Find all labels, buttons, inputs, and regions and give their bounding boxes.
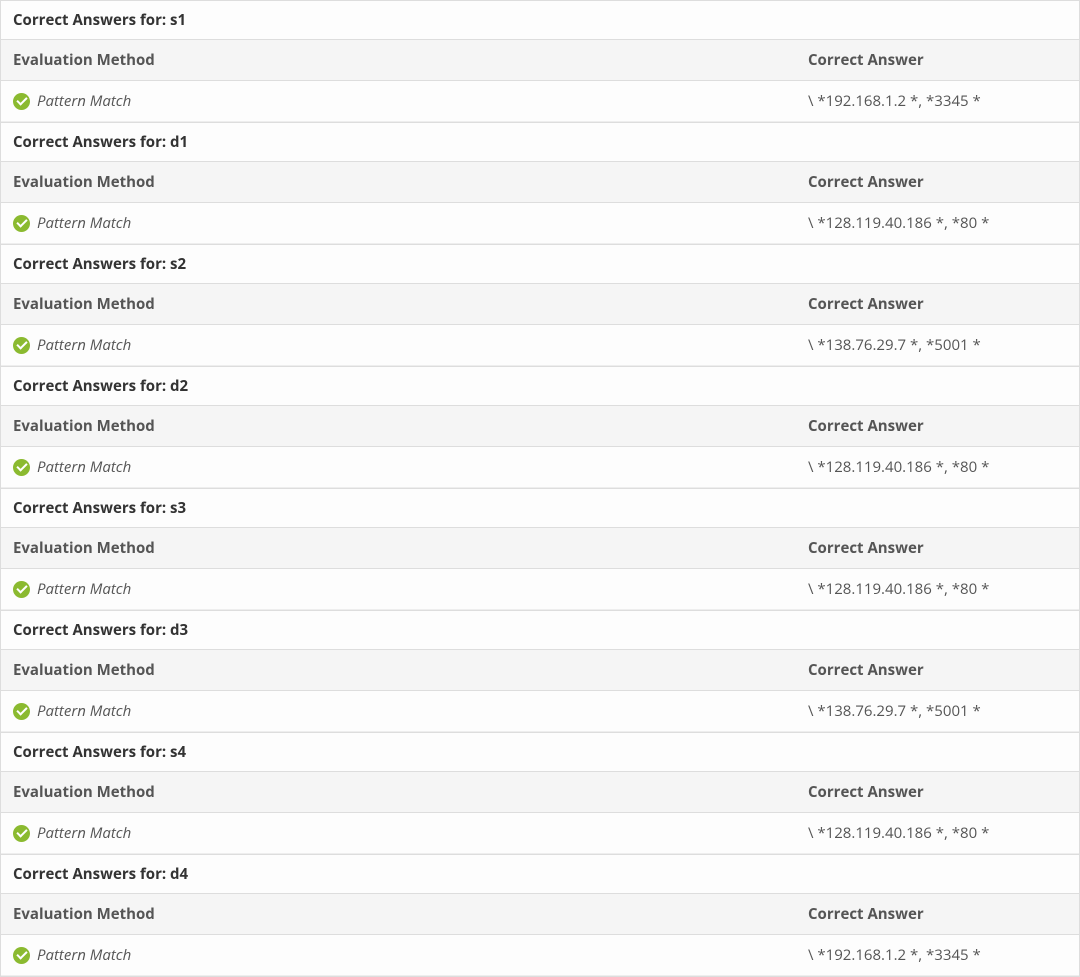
data-row: Pattern Match \ *138.76.29.7 *, *5001 * xyxy=(1,691,1079,732)
data-row: Pattern Match \ *128.119.40.186 *, *80 * xyxy=(1,203,1079,244)
header-row: Evaluation MethodCorrect Answer xyxy=(1,528,1079,569)
method-cell: Pattern Match xyxy=(1,203,796,243)
col-header-answer: Correct Answer xyxy=(796,528,1079,568)
answer-cell: \ *128.119.40.186 *, *80 * xyxy=(796,447,1079,487)
method-cell: Pattern Match xyxy=(1,569,796,609)
section-title: Correct Answers for: s1 xyxy=(1,1,1079,40)
col-header-method: Evaluation Method xyxy=(1,40,796,80)
method-cell: Pattern Match xyxy=(1,935,796,975)
check-circle-icon xyxy=(13,703,30,720)
header-row: Evaluation MethodCorrect Answer xyxy=(1,162,1079,203)
answer-section: Correct Answers for: d2Evaluation Method… xyxy=(0,366,1080,488)
answer-cell: \ *138.76.29.7 *, *5001 * xyxy=(796,691,1079,731)
col-header-method: Evaluation Method xyxy=(1,894,796,934)
answer-cell: \ *192.168.1.2 *, *3345 * xyxy=(796,81,1079,121)
answer-section: Correct Answers for: d3Evaluation Method… xyxy=(0,610,1080,732)
answer-cell: \ *128.119.40.186 *, *80 * xyxy=(796,569,1079,609)
section-title: Correct Answers for: d2 xyxy=(1,367,1079,406)
answer-section: Correct Answers for: d1Evaluation Method… xyxy=(0,122,1080,244)
method-label: Pattern Match xyxy=(37,91,131,111)
header-row: Evaluation MethodCorrect Answer xyxy=(1,284,1079,325)
data-row: Pattern Match \ *192.168.1.2 *, *3345 * xyxy=(1,935,1079,976)
col-header-answer: Correct Answer xyxy=(796,772,1079,812)
answer-section: Correct Answers for: s1Evaluation Method… xyxy=(0,0,1080,122)
section-title: Correct Answers for: d1 xyxy=(1,123,1079,162)
col-header-answer: Correct Answer xyxy=(796,162,1079,202)
method-label: Pattern Match xyxy=(37,579,131,599)
answer-cell: \ *128.119.40.186 *, *80 * xyxy=(796,203,1079,243)
header-row: Evaluation MethodCorrect Answer xyxy=(1,650,1079,691)
col-header-method: Evaluation Method xyxy=(1,284,796,324)
section-title: Correct Answers for: d3 xyxy=(1,611,1079,650)
col-header-answer: Correct Answer xyxy=(796,284,1079,324)
data-row: Pattern Match \ *128.119.40.186 *, *80 * xyxy=(1,447,1079,488)
col-header-method: Evaluation Method xyxy=(1,162,796,202)
answer-section: Correct Answers for: s3Evaluation Method… xyxy=(0,488,1080,610)
header-row: Evaluation MethodCorrect Answer xyxy=(1,406,1079,447)
method-cell: Pattern Match xyxy=(1,813,796,853)
method-cell: Pattern Match xyxy=(1,325,796,365)
check-circle-icon xyxy=(13,581,30,598)
answer-section: Correct Answers for: d4Evaluation Method… xyxy=(0,854,1080,977)
col-header-method: Evaluation Method xyxy=(1,772,796,812)
col-header-answer: Correct Answer xyxy=(796,650,1079,690)
section-title: Correct Answers for: s2 xyxy=(1,245,1079,284)
data-row: Pattern Match \ *138.76.29.7 *, *5001 * xyxy=(1,325,1079,366)
section-title: Correct Answers for: d4 xyxy=(1,855,1079,894)
col-header-method: Evaluation Method xyxy=(1,406,796,446)
check-circle-icon xyxy=(13,215,30,232)
answer-section: Correct Answers for: s4Evaluation Method… xyxy=(0,732,1080,854)
section-title: Correct Answers for: s4 xyxy=(1,733,1079,772)
col-header-answer: Correct Answer xyxy=(796,406,1079,446)
method-label: Pattern Match xyxy=(37,457,131,477)
method-label: Pattern Match xyxy=(37,213,131,233)
data-row: Pattern Match \ *192.168.1.2 *, *3345 * xyxy=(1,81,1079,122)
answer-cell: \ *138.76.29.7 *, *5001 * xyxy=(796,325,1079,365)
col-header-answer: Correct Answer xyxy=(796,40,1079,80)
check-circle-icon xyxy=(13,459,30,476)
header-row: Evaluation MethodCorrect Answer xyxy=(1,40,1079,81)
method-label: Pattern Match xyxy=(37,335,131,355)
method-label: Pattern Match xyxy=(37,823,131,843)
check-circle-icon xyxy=(13,825,30,842)
method-label: Pattern Match xyxy=(37,701,131,721)
data-row: Pattern Match \ *128.119.40.186 *, *80 * xyxy=(1,813,1079,854)
answer-section: Correct Answers for: s2Evaluation Method… xyxy=(0,244,1080,366)
answer-cell: \ *192.168.1.2 *, *3345 * xyxy=(796,935,1079,975)
data-row: Pattern Match \ *128.119.40.186 *, *80 * xyxy=(1,569,1079,610)
check-circle-icon xyxy=(13,337,30,354)
header-row: Evaluation MethodCorrect Answer xyxy=(1,772,1079,813)
col-header-method: Evaluation Method xyxy=(1,650,796,690)
col-header-method: Evaluation Method xyxy=(1,528,796,568)
col-header-answer: Correct Answer xyxy=(796,894,1079,934)
method-label: Pattern Match xyxy=(37,945,131,965)
answer-cell: \ *128.119.40.186 *, *80 * xyxy=(796,813,1079,853)
method-cell: Pattern Match xyxy=(1,81,796,121)
method-cell: Pattern Match xyxy=(1,447,796,487)
method-cell: Pattern Match xyxy=(1,691,796,731)
section-title: Correct Answers for: s3 xyxy=(1,489,1079,528)
check-circle-icon xyxy=(13,947,30,964)
check-circle-icon xyxy=(13,93,30,110)
header-row: Evaluation MethodCorrect Answer xyxy=(1,894,1079,935)
